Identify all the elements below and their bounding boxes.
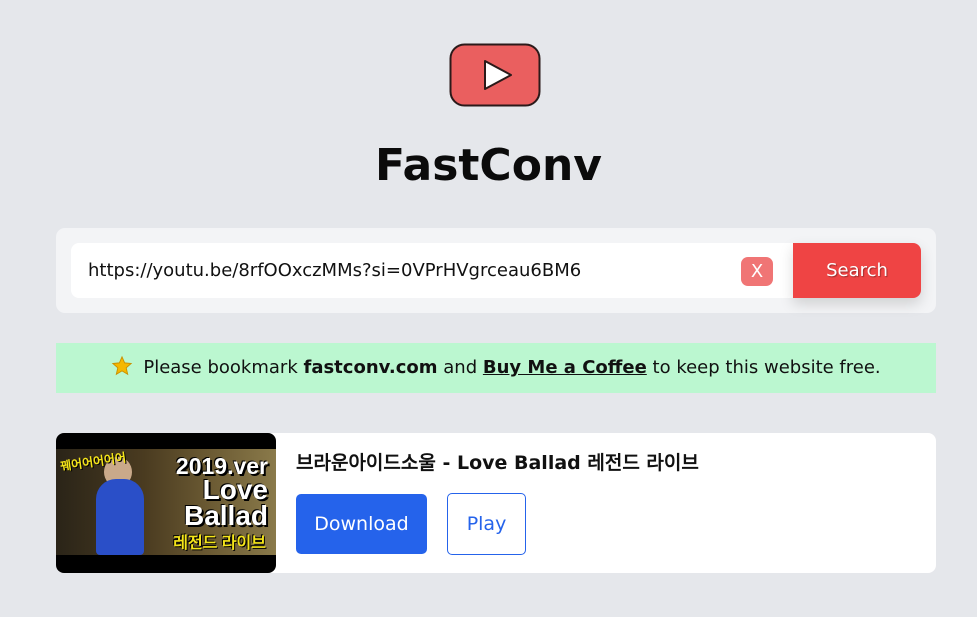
download-button[interactable]: Download — [296, 494, 427, 554]
notice-middle: and — [443, 357, 478, 378]
youtube-play-icon — [449, 43, 541, 107]
thumbnail-title: Love Ballad — [183, 476, 268, 531]
site-title: FastConv — [375, 140, 602, 191]
thumbnail-person — [96, 479, 144, 555]
notice-suffix: to keep this website free. — [652, 357, 881, 378]
site-name: fastconv.com — [303, 357, 438, 378]
play-button[interactable]: Play — [447, 493, 526, 555]
video-thumbnail[interactable]: 꿰어어어어어 2019.ver Love Ballad 레전드 라이브 — [56, 433, 276, 573]
bookmark-notice: Please bookmark fastconv.com and Buy Me … — [56, 343, 936, 393]
search-input-wrapper: X — [71, 243, 793, 298]
thumbnail-image: 꿰어어어어어 2019.ver Love Ballad 레전드 라이브 — [56, 449, 276, 555]
search-button[interactable]: Search — [793, 243, 921, 298]
result-card: 꿰어어어어어 2019.ver Love Ballad 레전드 라이브 브라운아… — [56, 433, 936, 573]
buy-me-a-coffee-link[interactable]: Buy Me a Coffee — [483, 357, 647, 378]
search-panel: X Search — [56, 228, 936, 313]
thumbnail-subtitle: 레전드 라이브 — [173, 535, 266, 552]
star-icon — [112, 355, 133, 376]
url-input[interactable] — [88, 243, 728, 298]
notice-prefix: Please bookmark — [143, 357, 298, 378]
video-title: 브라운아이드소울 - Love Ballad 레전드 라이브 — [296, 452, 699, 474]
thumbnail-title-line2: Ballad — [183, 500, 268, 531]
clear-button[interactable]: X — [741, 257, 773, 286]
